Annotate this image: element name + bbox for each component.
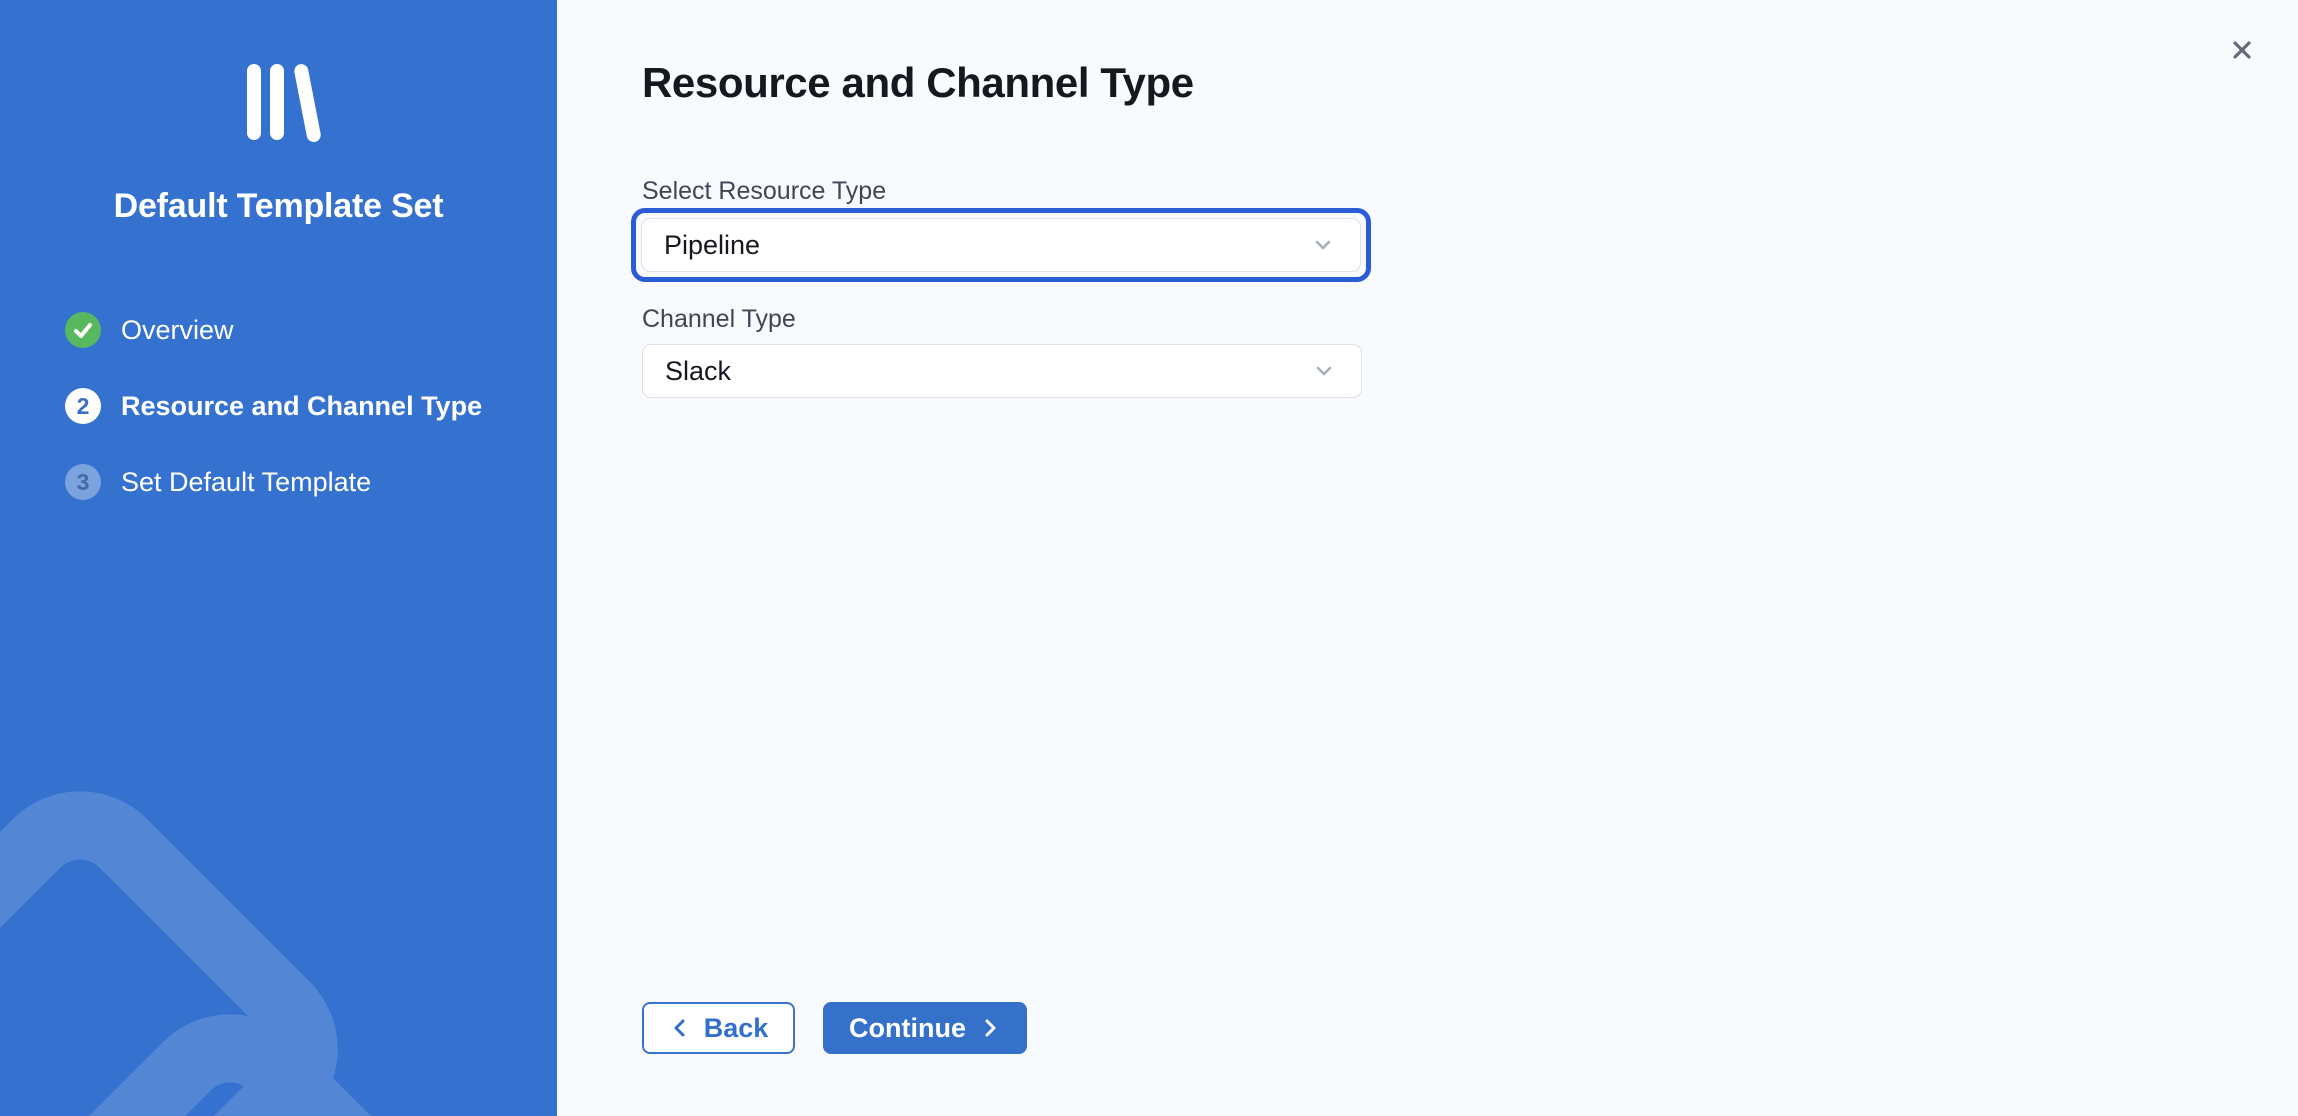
watermark-ring-icon	[0, 975, 527, 1116]
wizard-title: Default Template Set	[114, 184, 444, 228]
resource-type-select[interactable]: Pipeline	[641, 218, 1361, 272]
continue-button-label: Continue	[849, 1013, 966, 1044]
channel-type-label: Channel Type	[642, 304, 2298, 334]
logo-bar	[270, 64, 284, 140]
back-button[interactable]: Back	[642, 1002, 795, 1054]
step-set-default-template[interactable]: 3 Set Default Template	[65, 464, 482, 500]
back-button-label: Back	[704, 1013, 769, 1044]
logo-bar-slanted	[293, 63, 322, 143]
step-resource-and-channel-type[interactable]: 2 Resource and Channel Type	[65, 388, 482, 424]
watermark-ring-icon	[0, 752, 377, 1116]
chevron-down-icon	[1310, 232, 1336, 258]
template-set-wizard-modal: Default Template Set Overview 2 Resource…	[0, 0, 2298, 1116]
brand-watermark	[0, 0, 557, 1116]
step-number-badge: 3	[65, 464, 101, 500]
resource-type-label: Select Resource Type	[642, 176, 2298, 206]
brand-logo-icon	[247, 64, 310, 144]
wizard-steps: Overview 2 Resource and Channel Type 3 S…	[0, 312, 482, 540]
step-label: Overview	[121, 312, 234, 348]
step-overview[interactable]: Overview	[65, 312, 482, 348]
channel-type-select[interactable]: Slack	[642, 344, 1362, 398]
chevron-left-icon	[669, 1017, 691, 1039]
channel-type-value: Slack	[665, 356, 731, 387]
check-icon	[65, 312, 101, 348]
chevron-right-icon	[979, 1017, 1001, 1039]
resource-type-value: Pipeline	[664, 230, 760, 261]
step-label: Set Default Template	[121, 464, 371, 500]
wizard-content-panel: Resource and Channel Type Select Resourc…	[557, 0, 2298, 1116]
step-number-badge: 2	[65, 388, 101, 424]
close-icon[interactable]	[2220, 28, 2264, 72]
step-label: Resource and Channel Type	[121, 388, 482, 424]
wizard-sidebar: Default Template Set Overview 2 Resource…	[0, 0, 557, 1116]
resource-type-focus-ring: Pipeline	[631, 208, 1371, 282]
page-title: Resource and Channel Type	[642, 58, 2298, 108]
logo-bar	[247, 64, 261, 140]
wizard-actions: Back Continue	[642, 1002, 1027, 1054]
chevron-down-icon	[1311, 358, 1337, 384]
continue-button[interactable]: Continue	[823, 1002, 1027, 1054]
